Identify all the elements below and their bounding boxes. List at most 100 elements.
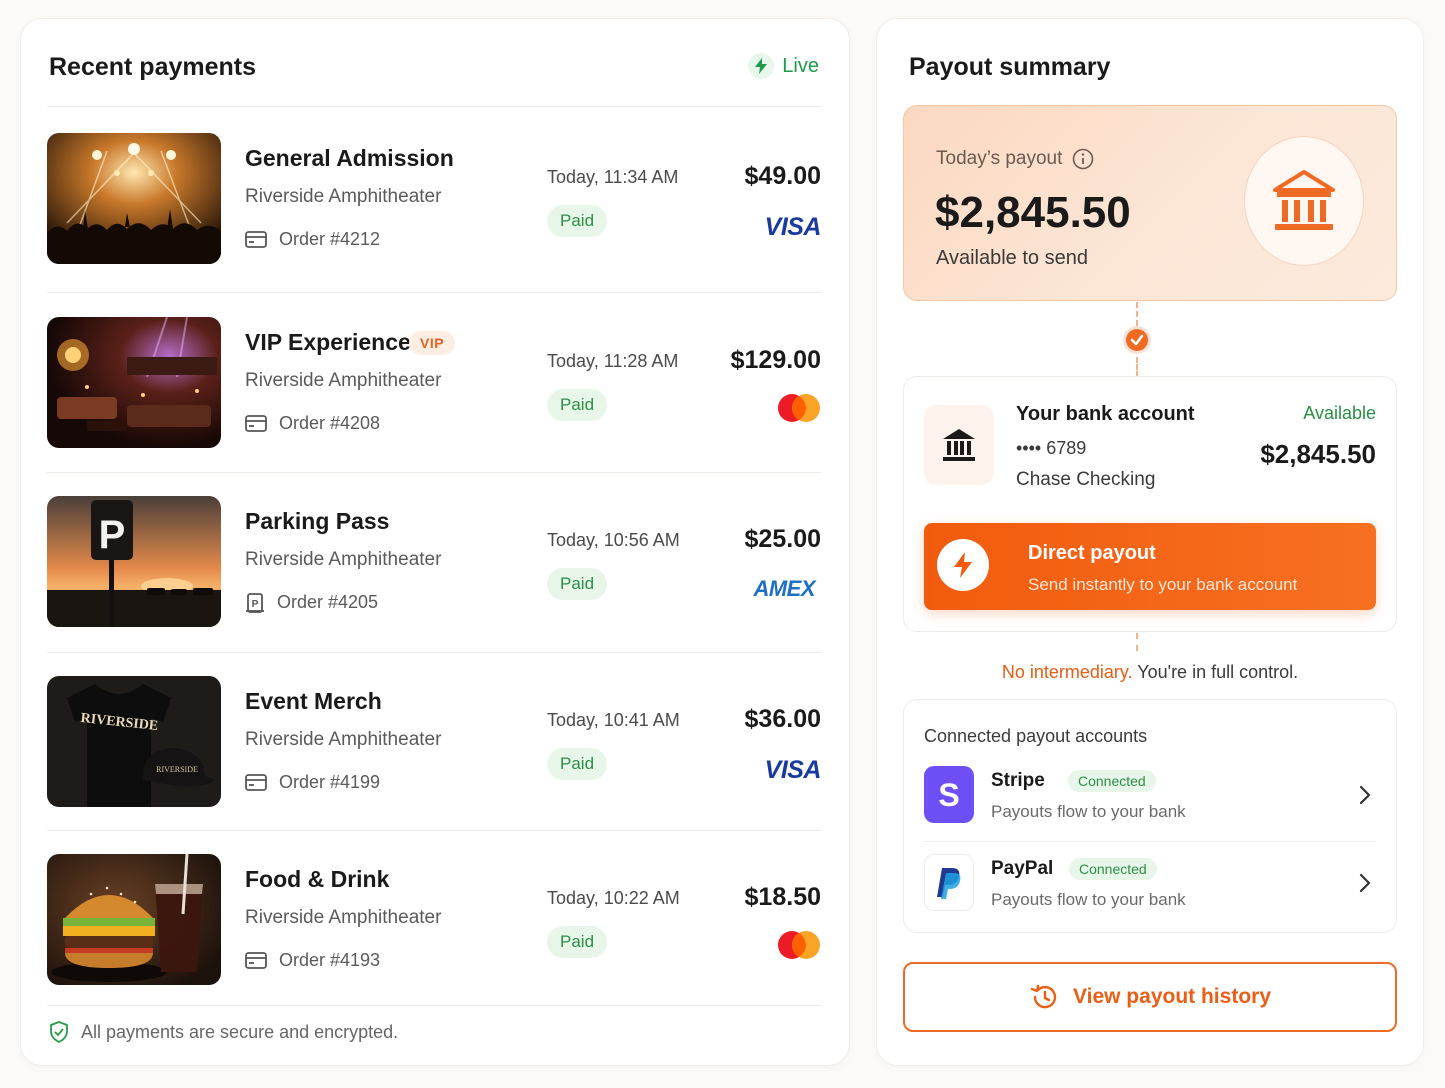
control-highlight: No intermediary. bbox=[1001, 662, 1133, 682]
payment-amount: $36.00 bbox=[744, 705, 821, 733]
shield-check-icon bbox=[50, 1021, 68, 1043]
venue-name: Riverside Amphitheater bbox=[245, 370, 442, 391]
account-name: PayPal bbox=[991, 858, 1054, 879]
chevron-right-icon[interactable] bbox=[1358, 784, 1372, 806]
product-name: General Admission bbox=[245, 145, 454, 171]
payment-row[interactable]: RIVERSIDE RIVERSIDE Event Merch Riversid… bbox=[47, 676, 823, 808]
order-label: Order #4193 bbox=[279, 950, 381, 970]
order-number: Order #4212 bbox=[245, 229, 380, 250]
payment-row[interactable]: General Admission Riverside Amphitheater… bbox=[47, 133, 823, 265]
payout-summary-title: Payout summary bbox=[909, 53, 1111, 81]
live-indicator: Live bbox=[748, 53, 819, 79]
verified-badge-icon bbox=[1122, 325, 1152, 360]
merch-tshirt-image: RIVERSIDE RIVERSIDE bbox=[47, 676, 221, 807]
connected-account-paypal[interactable]: PayPal Connected Payouts flow to your ba… bbox=[924, 854, 1378, 914]
connected-accounts-card: Connected payout accounts S Stripe Conne… bbox=[903, 699, 1397, 933]
secure-text: All payments are secure and encrypted. bbox=[81, 1021, 399, 1042]
concert-crowd-image bbox=[47, 133, 221, 264]
available-label: Available bbox=[1303, 403, 1376, 423]
recent-payments-title: Recent payments bbox=[49, 53, 257, 81]
status-badge: Paid bbox=[547, 568, 608, 600]
chevron-right-icon[interactable] bbox=[1358, 872, 1372, 894]
recent-payments-card: Recent payments Live General Admission R… bbox=[20, 18, 850, 1066]
payment-time: Today, 11:28 AM bbox=[547, 351, 679, 371]
payout-available-text: Available to send bbox=[936, 247, 1088, 269]
payment-row[interactable]: P Parking Pass Riverside Amphitheater P … bbox=[47, 496, 823, 628]
credit-card-icon bbox=[245, 415, 267, 432]
divider bbox=[47, 1005, 821, 1006]
burger-drink-image bbox=[47, 854, 221, 985]
todays-payout-label: Today’s payout bbox=[936, 148, 1094, 170]
bank-account-number: •••• 6789 bbox=[1016, 438, 1087, 458]
payment-row[interactable]: VIP Experience VIP Riverside Amphitheate… bbox=[47, 317, 823, 449]
account-subtitle: Payouts flow to your bank bbox=[991, 890, 1186, 909]
payment-amount: $25.00 bbox=[744, 525, 821, 553]
payout-amount: $2,845.50 bbox=[935, 188, 1131, 237]
connector-line bbox=[1136, 302, 1138, 326]
payment-time: Today, 10:56 AM bbox=[547, 530, 680, 550]
bank-account-card[interactable]: Your bank account •••• 6789 Chase Checki… bbox=[903, 376, 1397, 632]
stripe-logo-icon: S bbox=[924, 766, 974, 823]
visa-logo: VISA bbox=[764, 756, 822, 784]
bank-icon bbox=[1244, 136, 1364, 266]
divider bbox=[47, 472, 821, 473]
direct-payout-title: Direct payout bbox=[1028, 542, 1156, 564]
divider bbox=[47, 106, 821, 107]
venue-name: Riverside Amphitheater bbox=[245, 907, 442, 928]
bolt-icon bbox=[748, 53, 775, 79]
payout-summary-card: Payout summary Today’s payout $2,845.50 … bbox=[876, 18, 1424, 1066]
svg-text:S: S bbox=[938, 778, 959, 812]
view-payout-history-label: View payout history bbox=[1073, 985, 1271, 1008]
control-note: No intermediary. You're in full control. bbox=[877, 662, 1423, 683]
account-subtitle: Payouts flow to your bank bbox=[991, 802, 1186, 821]
venue-name: Riverside Amphitheater bbox=[245, 549, 442, 570]
lightning-icon bbox=[937, 539, 989, 591]
info-icon[interactable] bbox=[1072, 148, 1094, 170]
bank-account-icon bbox=[924, 405, 994, 485]
paypal-logo-icon bbox=[924, 854, 974, 911]
order-label: Order #4212 bbox=[279, 229, 381, 249]
order-number: P Order #4205 bbox=[245, 592, 378, 613]
svg-text:P: P bbox=[99, 513, 126, 557]
view-payout-history-button[interactable]: View payout history bbox=[903, 962, 1397, 1032]
mastercard-logo bbox=[777, 930, 821, 965]
connected-badge: Connected bbox=[1069, 858, 1157, 880]
payment-amount: $18.50 bbox=[744, 883, 821, 911]
product-name: VIP Experience bbox=[245, 329, 411, 355]
bank-account-name: Your bank account bbox=[1016, 403, 1195, 425]
payment-amount: $129.00 bbox=[730, 346, 821, 374]
product-name: Parking Pass bbox=[245, 508, 390, 534]
todays-payout-panel: Today’s payout $2,845.50 Available to se… bbox=[903, 105, 1397, 301]
venue-name: Riverside Amphitheater bbox=[245, 729, 442, 750]
payment-amount: $49.00 bbox=[744, 162, 821, 190]
venue-name: Riverside Amphitheater bbox=[245, 186, 442, 207]
secure-note: All payments are secure and encrypted. bbox=[49, 1021, 398, 1043]
parking-receipt-icon: P bbox=[246, 592, 264, 613]
status-badge: Paid bbox=[547, 748, 608, 780]
order-number: Order #4208 bbox=[245, 413, 380, 434]
connected-account-stripe[interactable]: S Stripe Connected Payouts flow to your … bbox=[924, 766, 1378, 826]
connector-line bbox=[1136, 357, 1138, 377]
connected-badge: Connected bbox=[1068, 770, 1156, 792]
credit-card-icon bbox=[245, 231, 267, 248]
payment-row[interactable]: Food & Drink Riverside Amphitheater Orde… bbox=[47, 854, 823, 986]
vip-lounge-image bbox=[47, 317, 221, 448]
payment-time: Today, 10:22 AM bbox=[547, 888, 680, 908]
order-label: Order #4205 bbox=[277, 592, 379, 612]
vip-badge: VIP bbox=[409, 331, 456, 355]
direct-payout-subtitle: Send instantly to your bank account bbox=[1028, 575, 1298, 594]
control-text: You're in full control. bbox=[1132, 662, 1299, 682]
amex-logo: AMEX bbox=[753, 576, 815, 601]
divider bbox=[47, 292, 821, 293]
divider bbox=[924, 841, 1376, 842]
direct-payout-button[interactable]: Direct payout Send instantly to your ban… bbox=[924, 523, 1376, 610]
order-number: Order #4193 bbox=[245, 950, 380, 971]
divider bbox=[47, 652, 821, 653]
status-badge: Paid bbox=[547, 926, 608, 958]
credit-card-icon bbox=[245, 774, 267, 791]
status-badge: Paid bbox=[547, 205, 608, 237]
payment-time: Today, 11:34 AM bbox=[547, 167, 679, 187]
parking-sign-image: P bbox=[47, 496, 221, 627]
product-name: Event Merch bbox=[245, 688, 382, 714]
mastercard-logo bbox=[777, 393, 821, 428]
